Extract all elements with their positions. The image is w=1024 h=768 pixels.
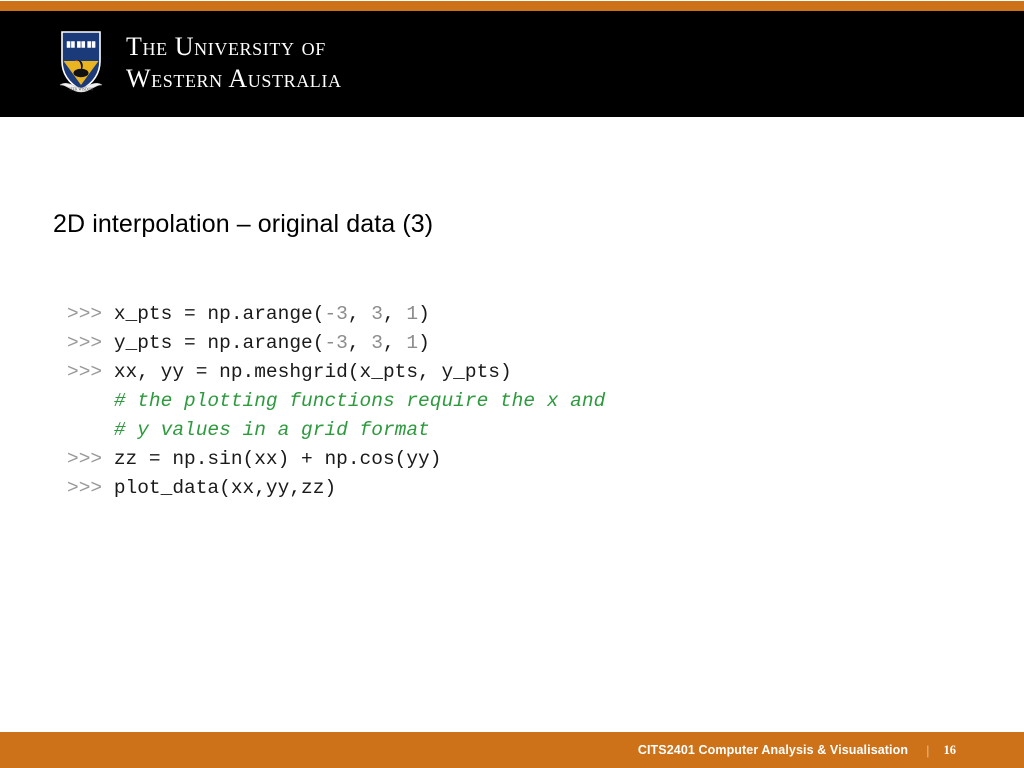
code-token-code: zz = np.sin(xx) + np.cos(yy) (113, 448, 442, 470)
code-token-num: 3 (371, 332, 383, 354)
footer-separator: | (926, 742, 930, 758)
code-token-code: ) (418, 332, 430, 354)
uwa-crest-icon: SEEK WISDOM (56, 28, 106, 98)
footer-content: CITS2401 Computer Analysis & Visualisati… (638, 732, 1024, 768)
code-token-code: , (382, 332, 407, 354)
code-token-code: y_pts = np.arange( (113, 332, 325, 354)
code-token-num: 1 (406, 303, 419, 325)
footer-bar: CITS2401 Computer Analysis & Visualisati… (0, 732, 1024, 768)
code-prompt (67, 390, 114, 412)
code-token-code: , (347, 332, 372, 354)
code-token-comment: # y values in a grid format (113, 419, 430, 441)
code-token-code: x_pts = np.arange( (113, 303, 325, 325)
code-token-num: 3 (371, 303, 383, 325)
code-block: >>> x_pts = np.arange(-3, 3, 1) >>> y_pts… (67, 300, 605, 503)
code-line: # the plotting functions require the x a… (67, 387, 605, 416)
code-token-code: xx, yy = np.meshgrid(x_pts, y_pts) (113, 361, 512, 383)
code-token-code: plot_data(xx,yy,zz) (113, 477, 337, 499)
code-line: >>> y_pts = np.arange(-3, 3, 1) (67, 329, 605, 358)
code-token-comment: # the plotting functions require the x a… (113, 390, 606, 412)
code-line: >>> plot_data(xx,yy,zz) (67, 474, 605, 503)
code-prompt (67, 419, 114, 441)
code-prompt: >>> (67, 303, 114, 325)
code-line: # y values in a grid format (67, 416, 605, 445)
svg-text:SEEK WISDOM: SEEK WISDOM (69, 88, 95, 92)
code-token-num: 1 (406, 332, 419, 354)
slide: SEEK WISDOM The University of Western Au… (0, 0, 1024, 768)
wordmark-line-2: Western Australia (126, 64, 342, 93)
code-prompt: >>> (67, 332, 114, 354)
top-accent-bar (0, 1, 1024, 11)
uwa-logo-lockup: SEEK WISDOM The University of Western Au… (56, 27, 342, 99)
page-title: 2D interpolation – original data (3) (53, 210, 434, 238)
uwa-wordmark: The University of Western Australia (126, 34, 342, 92)
code-token-code: ) (418, 303, 430, 325)
code-prompt: >>> (67, 448, 114, 470)
code-line: >>> zz = np.sin(xx) + np.cos(yy) (67, 445, 605, 474)
wordmark-line-1: The University of (126, 32, 326, 61)
code-token-code: , (347, 303, 372, 325)
code-token-num: -3 (324, 303, 348, 325)
code-token-code: , (382, 303, 407, 325)
footer-course-label: CITS2401 Computer Analysis & Visualisati… (637, 743, 909, 757)
code-prompt: >>> (67, 477, 114, 499)
code-line: >>> xx, yy = np.meshgrid(x_pts, y_pts) (67, 358, 605, 387)
code-token-num: -3 (324, 332, 348, 354)
code-prompt: >>> (67, 361, 114, 383)
code-line: >>> x_pts = np.arange(-3, 3, 1) (67, 300, 605, 329)
footer-page-number: 16 (943, 742, 957, 757)
